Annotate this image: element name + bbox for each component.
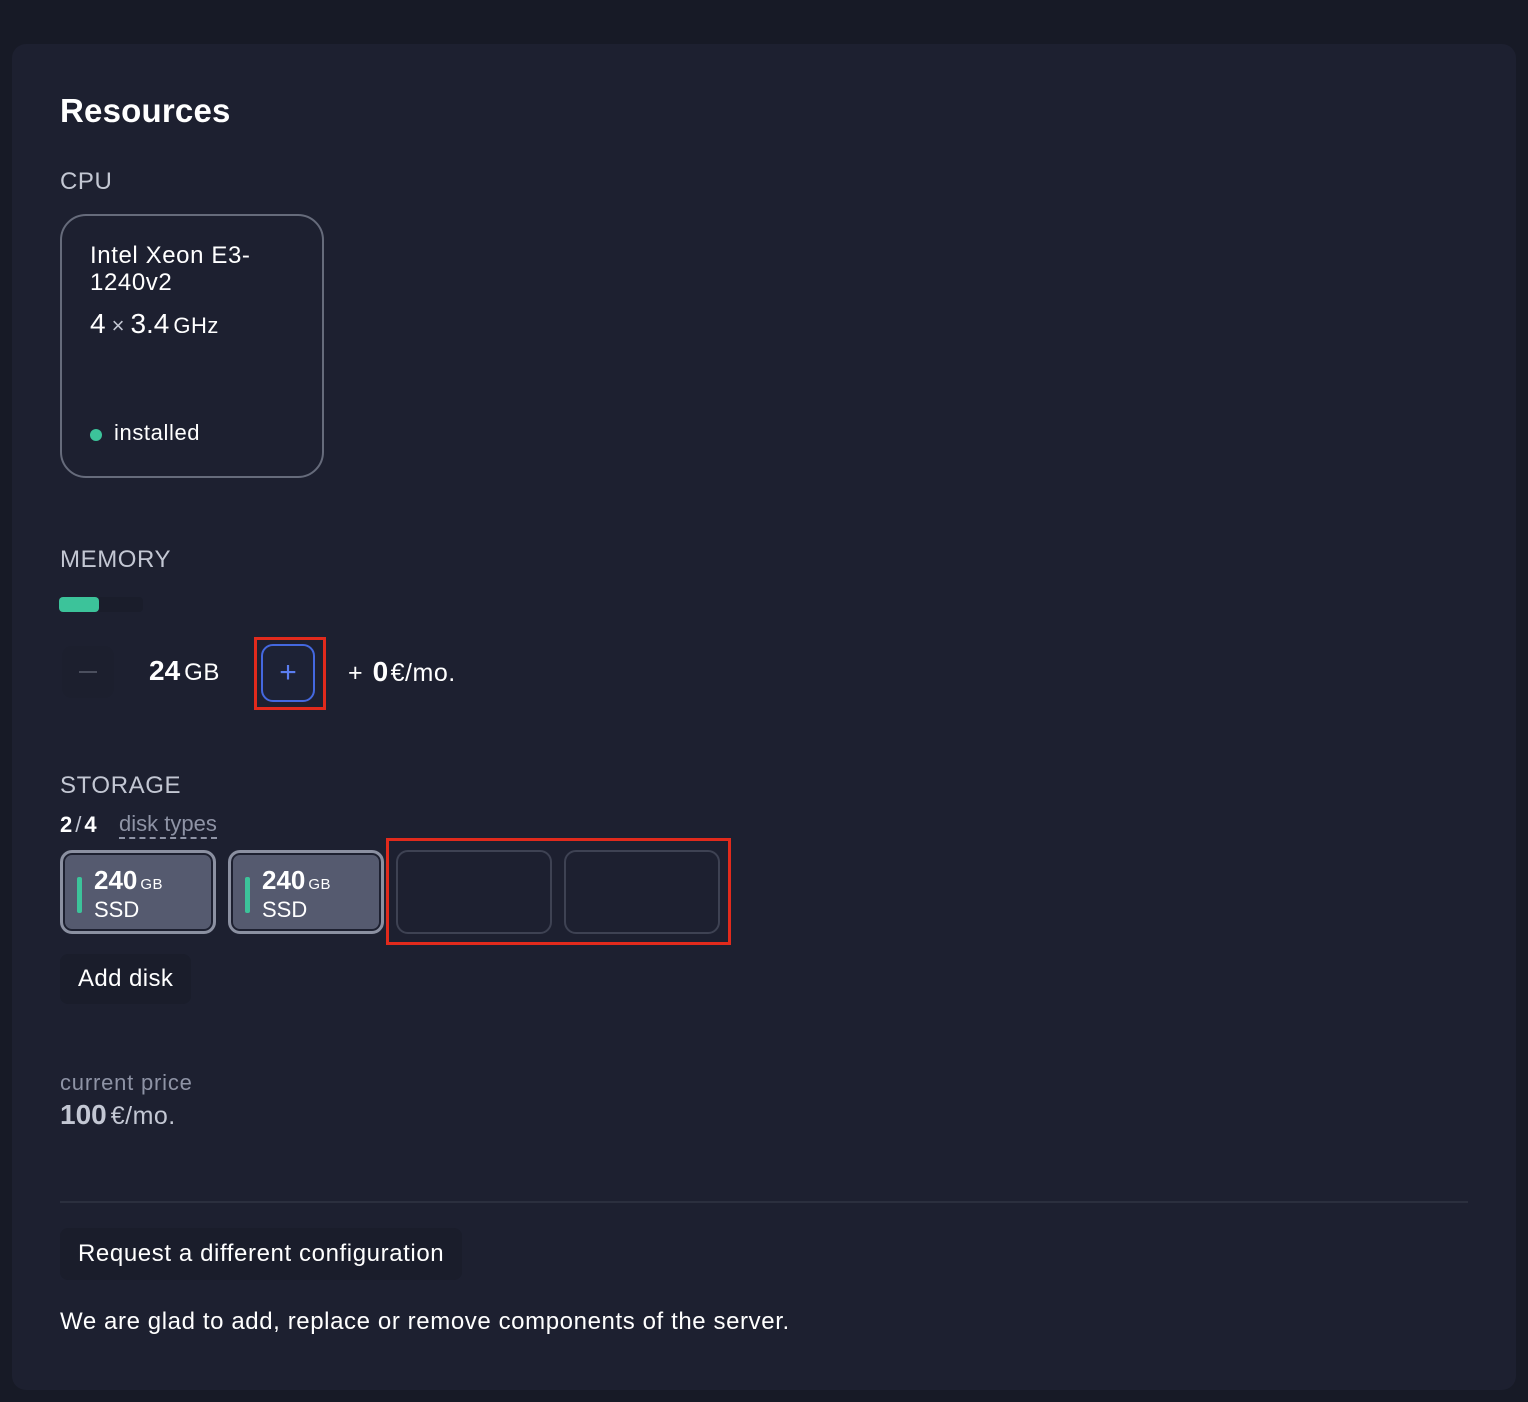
cpu-frequency: 3.4 xyxy=(130,308,170,339)
current-price: 100 €/mo. xyxy=(60,1099,176,1131)
resources-panel: Resources CPU Intel Xeon E3-1240v2 4 × 3.4… xyxy=(12,44,1516,1390)
disk-size: 240 GB xyxy=(262,865,331,896)
used-slots: 2 xyxy=(60,812,73,837)
memory-price: + 0€/mo. xyxy=(348,656,456,688)
add-disk-button[interactable]: Add disk xyxy=(60,954,192,1004)
cpu-cores: 4 xyxy=(90,308,106,339)
memory-unit: GB xyxy=(184,659,220,686)
cpu-card[interactable]: Intel Xeon E3-1240v2 4 × 3.4 GHz installed xyxy=(60,214,324,478)
configuration-note: We are glad to add, replace or remove co… xyxy=(60,1308,790,1335)
cpu-spec: 4 × 3.4 GHz xyxy=(90,308,219,340)
disk-slot-2[interactable]: 240 GB SSD xyxy=(228,850,384,934)
disk-slot-1[interactable]: 240 GB SSD xyxy=(60,850,216,934)
minus-icon xyxy=(79,671,97,673)
total-slots: 4 xyxy=(84,812,97,837)
disk-size-unit: GB xyxy=(308,876,332,893)
memory-price-prefix: + xyxy=(348,659,364,687)
divider xyxy=(60,1201,1468,1203)
disk-types-link[interactable]: disk types xyxy=(119,811,217,839)
cpu-section-label: CPU xyxy=(60,168,113,195)
memory-usage-track xyxy=(99,597,143,612)
memory-price-unit: €/mo. xyxy=(390,659,456,687)
plus-icon: + xyxy=(279,656,297,689)
disk-type: SSD xyxy=(94,897,140,922)
memory-decrease-button[interactable] xyxy=(62,646,114,698)
request-configuration-button[interactable]: Request a different configuration xyxy=(60,1228,463,1280)
times-sign: × xyxy=(111,313,125,338)
status-dot-icon xyxy=(90,429,102,441)
cpu-frequency-unit: GHz xyxy=(173,313,219,338)
cpu-name: Intel Xeon E3-1240v2 xyxy=(90,242,251,296)
disk-size-value: 240 xyxy=(262,865,306,895)
disk-size-value: 240 xyxy=(94,865,138,895)
empty-slots-highlight-box xyxy=(386,838,731,945)
current-price-value: 100 xyxy=(60,1099,107,1130)
memory-increase-button[interactable]: + xyxy=(261,644,315,702)
page-title: Resources xyxy=(60,92,231,129)
cpu-status: installed xyxy=(114,420,201,445)
memory-price-value: 0 xyxy=(372,656,389,687)
storage-section-label: STORAGE xyxy=(60,772,182,799)
memory-usage-bar xyxy=(59,597,99,612)
disk-slot-count: 2/4 xyxy=(60,812,97,838)
disk-size: 240 GB xyxy=(94,865,163,896)
current-price-label: current price xyxy=(60,1070,193,1095)
memory-value: 24 GB xyxy=(149,655,220,687)
disk-accent-bar xyxy=(245,877,250,913)
memory-section-label: MEMORY xyxy=(60,546,172,573)
current-price-unit: €/mo. xyxy=(110,1102,176,1130)
memory-amount: 24 xyxy=(149,655,181,686)
disk-accent-bar xyxy=(77,877,82,913)
disk-type: SSD xyxy=(262,897,308,922)
slot-separator: / xyxy=(75,812,82,837)
disk-size-unit: GB xyxy=(140,876,164,893)
